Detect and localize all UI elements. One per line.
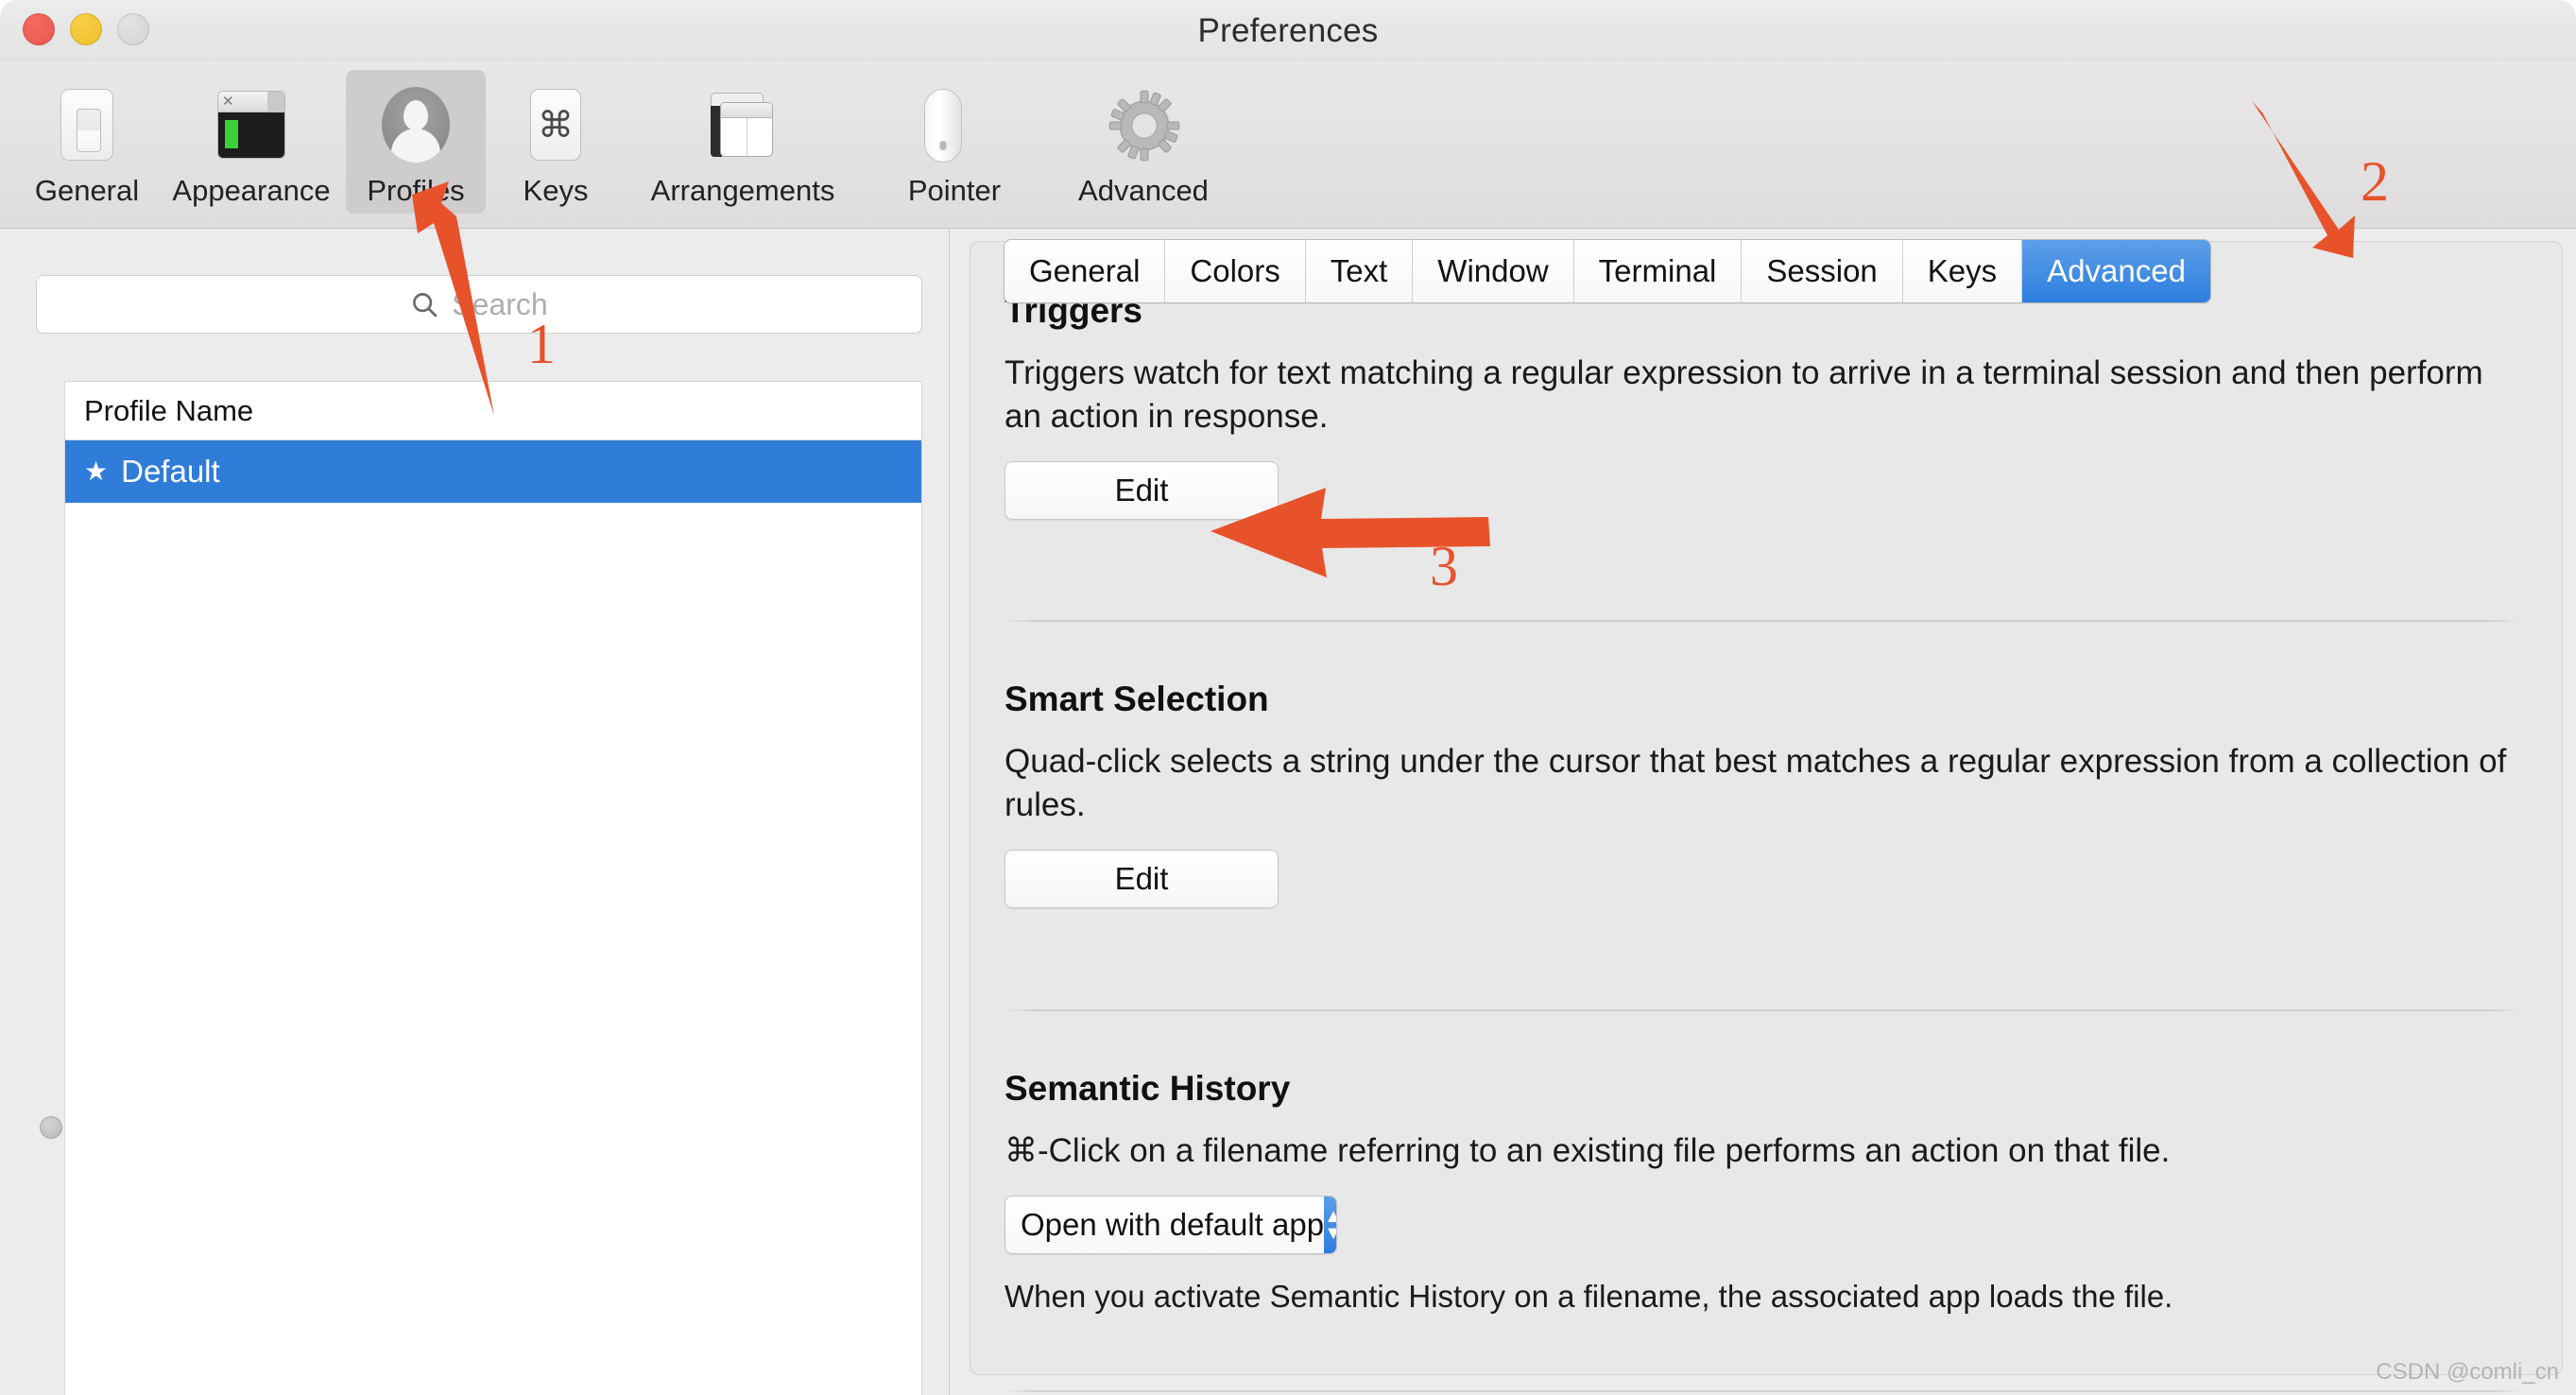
- semantic-history-description: ⌘-Click on a filename referring to an ex…: [1005, 1132, 2171, 1169]
- toolbar-label-general: General: [34, 174, 140, 207]
- tab-advanced[interactable]: Advanced: [2022, 240, 2210, 302]
- toolbar-item-appearance[interactable]: ✕ Appearance: [157, 70, 346, 214]
- general-icon: [43, 81, 130, 168]
- toolbar-label-appearance: Appearance: [172, 174, 331, 207]
- toolbar-item-advanced[interactable]: Advanced: [1049, 70, 1238, 214]
- arrangements-icon: [699, 81, 786, 168]
- profiles-sidebar: Search Profile Name ★ Default: [0, 230, 950, 1395]
- toolbar-label-advanced: Advanced: [1078, 174, 1209, 207]
- section-divider-1: [1005, 620, 2520, 622]
- search-input[interactable]: Search: [36, 275, 922, 334]
- profiles-icon: [372, 81, 459, 168]
- semantic-history-dropdown[interactable]: Open with default app ▲▼: [1005, 1196, 1337, 1255]
- profile-name-label: Default: [121, 454, 220, 489]
- smart-selection-title: Smart Selection: [1005, 680, 1269, 718]
- watermark: CSDN @comli_cn: [2376, 1359, 2559, 1385]
- column-header-profile-name: Profile Name: [84, 393, 254, 427]
- toolbar-label-pointer: Pointer: [907, 174, 1002, 207]
- toolbar-item-keys[interactable]: ⌘ Keys: [486, 70, 626, 214]
- smart-selection-edit-button[interactable]: Edit: [1005, 850, 1279, 909]
- tab-session[interactable]: Session: [1742, 240, 1903, 302]
- toolbar-item-general[interactable]: General: [17, 70, 157, 214]
- semantic-history-note: When you activate Semantic History on a …: [1005, 1279, 2173, 1315]
- semantic-history-section: Semantic History ⌘-Click on a filename r…: [1005, 1069, 2516, 1315]
- gear-icon: [1100, 81, 1187, 168]
- semantic-history-title: Semantic History: [1005, 1069, 1291, 1108]
- content-area: Search Profile Name ★ Default Triggers T…: [0, 230, 2576, 1395]
- tab-text[interactable]: Text: [1305, 240, 1414, 302]
- profile-settings-pane: Triggers Triggers watch for text matchin…: [951, 230, 2576, 1395]
- semantic-history-selected-value: Open with default app: [1021, 1207, 1325, 1243]
- toolbar-label-profiles: Profiles: [367, 174, 465, 207]
- smart-selection-section: Smart Selection Quad-click selects a str…: [1005, 680, 2516, 909]
- preferences-toolbar: General ✕ Appearance Profiles ⌘ Keys Arr…: [0, 62, 2576, 229]
- appearance-icon: ✕: [208, 81, 295, 168]
- triggers-description: Triggers watch for text matching a regul…: [1005, 354, 2483, 436]
- titlebar: Preferences: [0, 0, 2576, 62]
- toolbar-item-pointer[interactable]: Pointer: [860, 70, 1049, 214]
- default-profile-star-icon: ★: [84, 456, 109, 486]
- tab-general[interactable]: General: [1005, 240, 1166, 302]
- triggers-section: Triggers Triggers watch for text matchin…: [1005, 291, 2516, 521]
- tab-colors[interactable]: Colors: [1165, 240, 1306, 302]
- tab-terminal[interactable]: Terminal: [1573, 240, 1743, 302]
- table-row[interactable]: ★ Default: [65, 440, 921, 503]
- preferences-window: Preferences General ✕ Appearance Profile…: [0, 0, 2576, 1395]
- settings-tabbar: General Colors Text Window Terminal Sess…: [1004, 239, 2211, 303]
- tab-keys[interactable]: Keys: [1902, 240, 2023, 302]
- profile-table-header[interactable]: Profile Name: [65, 382, 921, 440]
- keys-icon: ⌘: [512, 81, 599, 168]
- profile-table[interactable]: Profile Name ★ Default: [64, 381, 922, 1395]
- tab-window[interactable]: Window: [1413, 240, 1574, 302]
- pane-resize-handle[interactable]: [40, 1116, 62, 1139]
- chevron-updown-icon: ▲▼: [1324, 1197, 1336, 1254]
- toolbar-label-arrangements: Arrangements: [650, 174, 835, 207]
- section-divider-2: [1005, 1009, 2520, 1011]
- toolbar-item-arrangements[interactable]: Arrangements: [626, 70, 860, 214]
- smart-selection-description: Quad-click selects a string under the cu…: [1005, 743, 2507, 824]
- advanced-settings-panel: Triggers Triggers watch for text matchin…: [970, 241, 2563, 1392]
- pointer-icon: [911, 81, 998, 168]
- page-title: Preferences: [1197, 12, 1379, 49]
- triggers-edit-button[interactable]: Edit: [1005, 461, 1279, 521]
- toolbar-label-keys: Keys: [523, 174, 589, 207]
- search-placeholder: Search: [452, 286, 548, 321]
- section-divider-3: [1005, 1390, 2520, 1392]
- toolbar-item-profiles[interactable]: Profiles: [346, 70, 486, 214]
- search-icon: [410, 290, 438, 319]
